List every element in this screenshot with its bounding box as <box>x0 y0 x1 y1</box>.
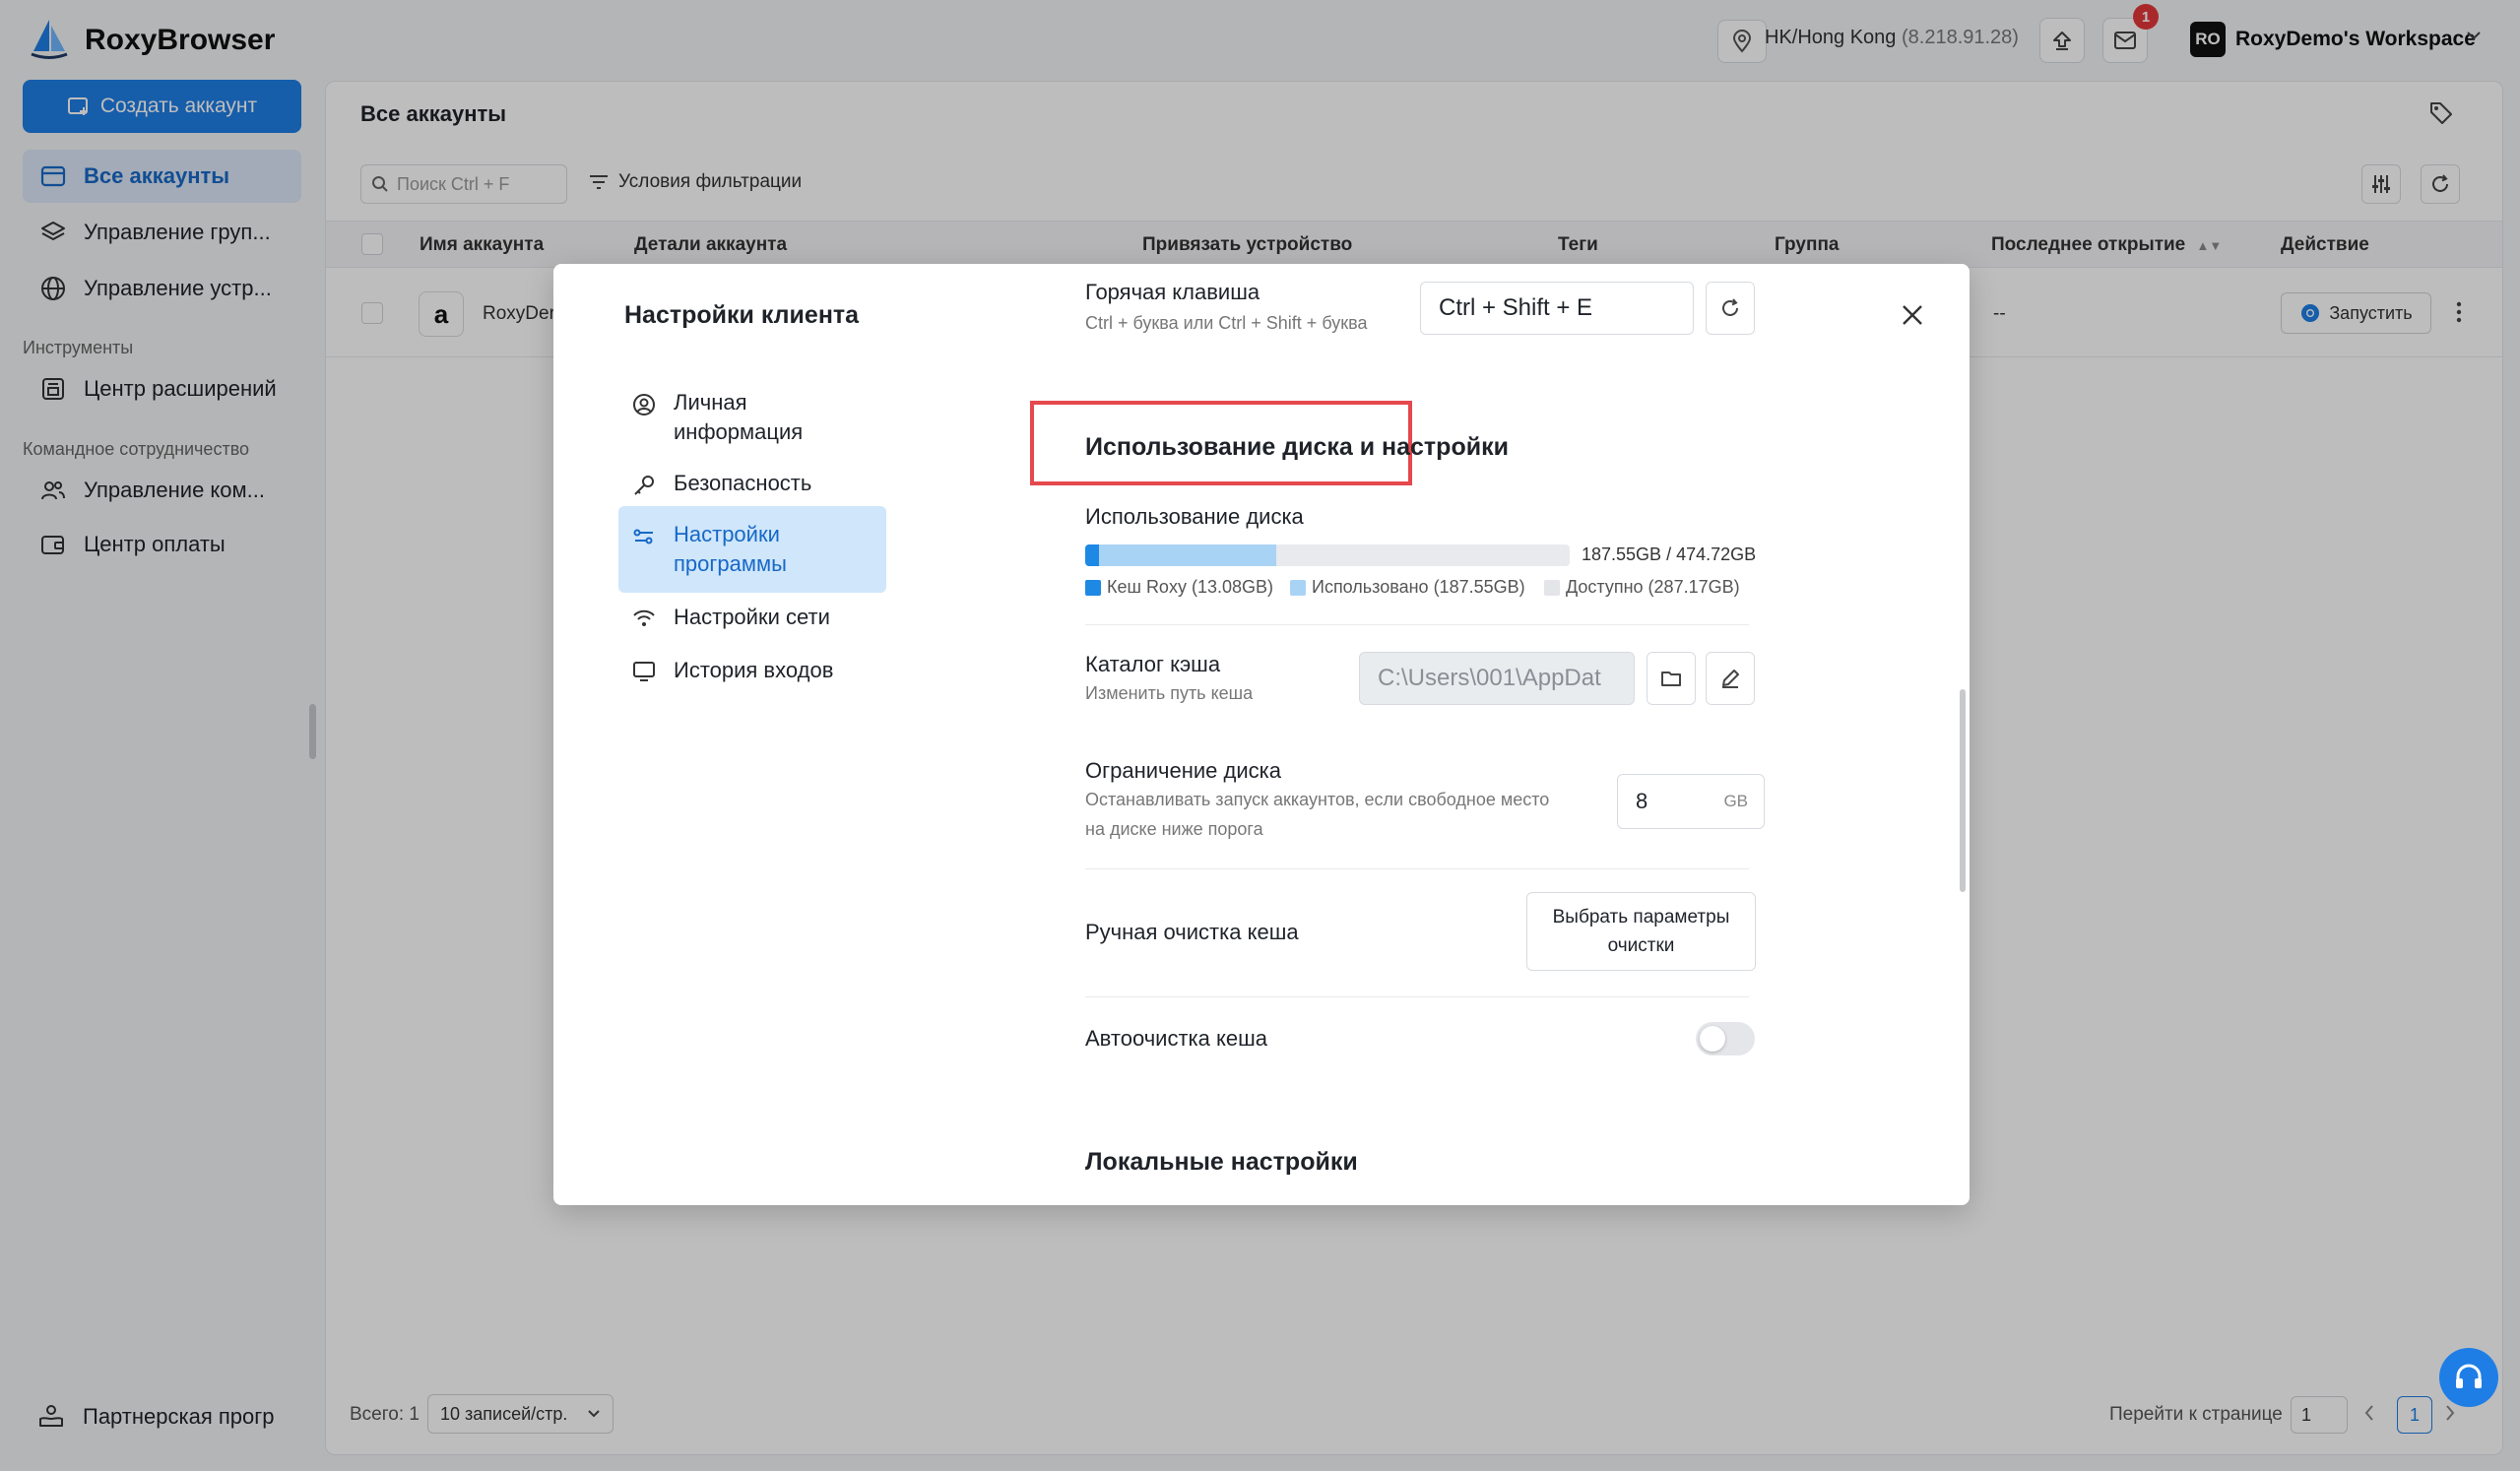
legend-cache: Кеш Roxy (13.08GB) <box>1085 577 1273 598</box>
legend-free: Доступно (287.17GB) <box>1544 577 1740 598</box>
disk-usage-label: Использование диска <box>1085 504 1304 529</box>
modal-nav-label: Настройки программы <box>674 522 787 576</box>
browse-folder-button[interactable] <box>1647 652 1696 705</box>
user-circle-icon <box>633 394 655 416</box>
hotkey-input[interactable]: Ctrl + Shift + E <box>1420 282 1694 335</box>
modal-scrollbar[interactable] <box>1960 689 1966 892</box>
cache-dir-input[interactable]: C:\Users\001\AppDat <box>1359 652 1635 705</box>
manual-clean-label: Ручная очистка кеша <box>1085 920 1299 944</box>
disk-limit-value: 8 <box>1636 789 1648 813</box>
legend-swatch <box>1544 579 1560 596</box>
wifi-icon <box>633 609 655 626</box>
disk-usage-bar <box>1085 544 1570 566</box>
legend-swatch <box>1085 579 1101 596</box>
headset-icon <box>2456 1364 2482 1388</box>
disk-limit-unit: GB <box>1723 792 1748 810</box>
disk-limit-input[interactable]: 8 GB <box>1617 774 1765 829</box>
key-icon <box>634 476 654 495</box>
disk-cache-fill <box>1085 544 1099 566</box>
modal-nav-security[interactable]: Безопасность <box>618 455 886 512</box>
disk-limit-label: Ограничение диска <box>1085 758 1281 783</box>
modal-nav-label: Настройки сети <box>674 605 830 629</box>
button-line: очистки <box>1607 935 1675 956</box>
refresh-icon <box>1722 298 1738 316</box>
divider <box>1085 996 1749 997</box>
hotkey-hint: Ctrl + буква или Ctrl + Shift + буква <box>1085 313 1368 333</box>
modal-nav-label: Безопасность <box>674 471 812 495</box>
divider <box>1085 624 1749 625</box>
modal-title: Настройки клиента <box>624 301 860 329</box>
auto-clean-label: Автоочистка кеша <box>1085 1026 1267 1051</box>
disk-usage-summary: 187.55GB / 474.72GB <box>1582 544 1757 564</box>
legend-label: Кеш Roxy (13.08GB) <box>1107 577 1273 597</box>
support-button[interactable] <box>2439 1348 2498 1407</box>
cache-dir-hint: Изменить путь кеша <box>1085 683 1254 703</box>
toggle-knob <box>1700 1026 1725 1052</box>
modal-nav-program-settings[interactable]: Настройки программы <box>618 506 886 593</box>
legend-swatch <box>1290 579 1306 596</box>
close-icon[interactable] <box>1901 303 1924 327</box>
modal-nav-label: История входов <box>674 658 834 682</box>
legend-label: Доступно (287.17GB) <box>1566 577 1740 597</box>
settings-sliders-icon <box>633 529 653 544</box>
divider <box>1085 868 1749 869</box>
client-settings-modal: Настройки клиента Личная информация Безо… <box>553 264 1970 1205</box>
hotkey-label: Горячая клавиша <box>1085 280 1260 304</box>
modal-nav-label: Личная информация <box>674 390 804 444</box>
disk-section-title: Использование диска и настройки <box>1085 433 1509 461</box>
choose-clean-options-button[interactable]: Выбрать параметры очистки <box>1526 892 1756 971</box>
button-line: Выбрать параметры <box>1552 907 1730 927</box>
cache-dir-label: Каталог кэша <box>1085 652 1221 676</box>
modal-nav-network[interactable]: Настройки сети <box>618 589 886 646</box>
disk-limit-hint-1: Останавливать запуск аккаунтов, если сво… <box>1085 790 1550 809</box>
local-settings-title: Локальные настройки <box>1085 1148 1358 1176</box>
monitor-icon <box>633 662 655 681</box>
auto-clean-toggle[interactable] <box>1696 1022 1755 1055</box>
disk-limit-hint-2: на диске ниже порога <box>1085 819 1263 839</box>
legend-label: Использовано (187.55GB) <box>1312 577 1525 597</box>
hotkey-reset-button[interactable] <box>1706 282 1755 335</box>
pencil-icon <box>1722 670 1739 688</box>
disk-used-fill <box>1085 544 1277 566</box>
modal-nav-login-history[interactable]: История входов <box>618 642 886 699</box>
edit-path-button[interactable] <box>1706 652 1755 705</box>
modal-nav-personal[interactable]: Личная информация <box>618 374 886 461</box>
folder-icon <box>1661 672 1681 686</box>
legend-used: Использовано (187.55GB) <box>1290 577 1525 598</box>
